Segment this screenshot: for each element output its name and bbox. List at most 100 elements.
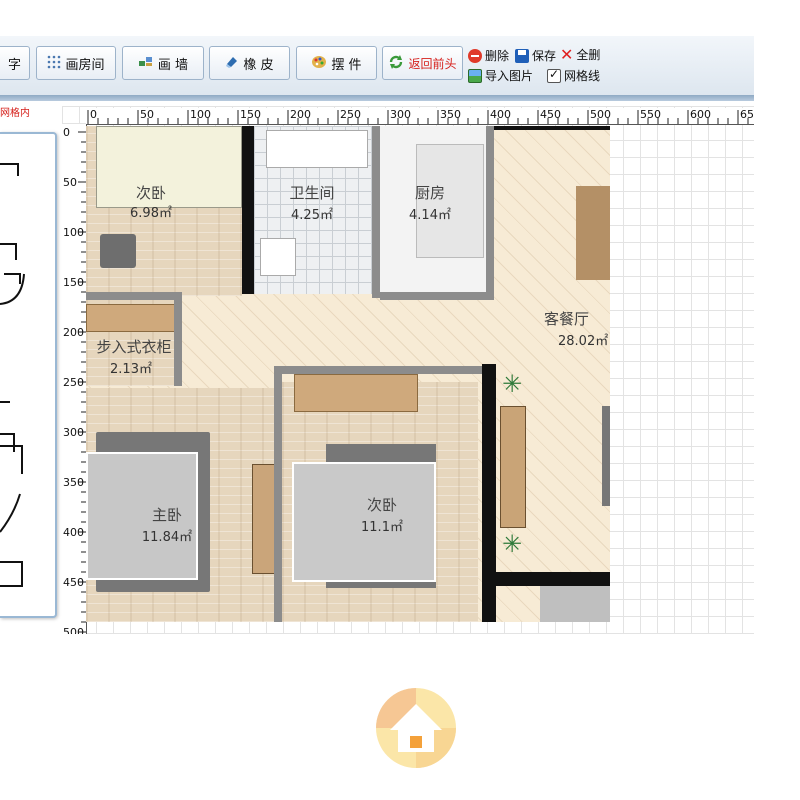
- clear-all-label: 全删: [576, 48, 601, 62]
- room-area-living: 28.02㎡: [558, 334, 609, 349]
- text-button[interactable]: 字: [0, 46, 30, 80]
- ruler-left-label: 500: [63, 626, 84, 634]
- red-x-icon: ✕: [560, 44, 574, 64]
- draw-room-label: 画房间: [65, 57, 105, 73]
- wall-segment: [380, 292, 492, 300]
- wardrobe-closet: [86, 304, 178, 332]
- ruler-top: 0 50 100 150 200 250 300 350 400 450 500 550 600 650: [86, 108, 754, 125]
- ruler-left-label: 450: [63, 576, 84, 589]
- image-icon: [468, 68, 482, 83]
- sofa-edge: [602, 406, 610, 506]
- eraser-label: 橡 皮: [243, 57, 274, 73]
- delete-label: 删除: [485, 49, 510, 63]
- room-label-living: 客餐厅: [544, 310, 590, 328]
- eraser-button[interactable]: 橡 皮: [209, 46, 290, 80]
- wall-segment: [242, 126, 254, 294]
- room-label-bedroom-small: 次卧: [135, 184, 166, 202]
- room-area-bedroom-2: 11.1㎡: [361, 520, 403, 535]
- grid-inside-label: 网格内: [0, 108, 30, 119]
- room-area-kitchen: 4.14㎡: [409, 208, 451, 223]
- tv-cabinet: [500, 406, 526, 528]
- draw-wall-button[interactable]: 画 墙: [122, 46, 204, 80]
- save-action[interactable]: 保存: [515, 47, 556, 64]
- draw-wall-label: 画 墙: [157, 57, 189, 73]
- floppy-icon: [515, 48, 529, 63]
- grid-dots-icon: [47, 55, 61, 72]
- refresh-icon: [388, 54, 404, 73]
- ruler-left-label: 300: [63, 426, 84, 439]
- furniture-label: 摆 件: [331, 57, 362, 73]
- wardrobe-bedroom-2: [294, 374, 418, 412]
- room-label-bathroom: 卫生间: [289, 184, 335, 202]
- room-label-bedroom-2: 次卧: [366, 496, 397, 514]
- ruler-top-label: 600: [690, 108, 711, 121]
- wall-icon: [138, 55, 154, 72]
- ruler-left: 0 50 100 150 200 250 300 350 400 450 500: [62, 124, 87, 634]
- furniture-button[interactable]: 摆 件: [296, 46, 377, 80]
- house-logo: [374, 686, 458, 770]
- wall-segment: [86, 292, 182, 300]
- ruler-top-label: 250: [340, 108, 361, 121]
- grid-lines-label: 网格线: [564, 69, 601, 83]
- checkbox-icon[interactable]: ✓: [547, 67, 561, 83]
- chair: [100, 234, 136, 268]
- toolbar-divider: [0, 95, 754, 101]
- import-image-label: 导入图片: [485, 69, 534, 83]
- ruler-top-label: 50: [140, 108, 154, 121]
- palette-icon: [311, 54, 327, 73]
- wall-segment: [496, 572, 610, 586]
- desk: [252, 464, 276, 574]
- ruler-top-label: 450: [540, 108, 561, 121]
- back-button[interactable]: 返回前头: [382, 46, 463, 80]
- ruler-top-label: 350: [440, 108, 461, 121]
- clear-all-action[interactable]: ✕ 全删: [560, 46, 600, 63]
- room-area-master: 11.84㎡: [141, 530, 193, 545]
- ruler-left-label: 50: [63, 176, 77, 189]
- ruler-left-label: 0: [63, 126, 70, 139]
- ruler-top-label: 200: [290, 108, 311, 121]
- ruler-top-label: 150: [240, 108, 261, 121]
- room-area-bathroom: 4.25㎡: [291, 208, 333, 223]
- ruler-left-label: 200: [63, 326, 84, 339]
- text-button-label: 字: [7, 57, 21, 73]
- ruler-top-label: 300: [390, 108, 411, 121]
- plant-icon: ✳: [502, 370, 523, 398]
- floor-plan-editor: 字 画房间 画 墙 橡 皮 摆 件 返回前头 删除 保存 ✕ 全删 导入图片 ✓…: [0, 0, 800, 800]
- wall-segment: [482, 364, 496, 622]
- room-label-kitchen: 厨房: [414, 184, 445, 202]
- room-label-master: 主卧: [151, 506, 182, 524]
- wall-segment: [372, 126, 380, 298]
- wall-segment: [274, 366, 486, 374]
- ruler-left-label: 350: [63, 476, 84, 489]
- ruler-left-label: 250: [63, 376, 84, 389]
- plant-icon: ✳: [502, 530, 523, 558]
- ruler-left-label: 100: [63, 226, 84, 239]
- ruler-top-label: 100: [190, 108, 211, 121]
- eraser-icon: [225, 55, 239, 72]
- save-label: 保存: [532, 49, 557, 63]
- bathtub: [266, 130, 368, 168]
- floor-plan-image[interactable]: ✳ ✳ 次卧 6.98㎡ 卫生间 4.25㎡ 厨房 4.14㎡ 客餐厅 28.0…: [86, 126, 610, 622]
- delete-action[interactable]: 删除: [468, 47, 509, 64]
- wall-segment: [494, 126, 610, 130]
- ruler-left-label: 150: [63, 276, 84, 289]
- ruler-top-label: 0: [90, 108, 97, 121]
- ruler-top-label: 550: [640, 108, 661, 121]
- panel-shapes: [0, 163, 25, 587]
- back-label: 返回前头: [408, 56, 457, 71]
- import-image-action[interactable]: 导入图片: [468, 67, 533, 84]
- ruler-top-label: 500: [590, 108, 611, 121]
- delete-icon: [468, 48, 482, 63]
- component-panel[interactable]: [0, 132, 57, 618]
- ruler-top-label: 650: [740, 108, 754, 121]
- room-label-closet: 步入式衣柜: [96, 338, 172, 356]
- wall-segment: [486, 126, 494, 300]
- dining-set: [576, 186, 610, 280]
- room-area-closet: 2.13㎡: [110, 362, 152, 377]
- draw-room-button[interactable]: 画房间: [36, 46, 116, 80]
- wall-segment: [274, 366, 282, 622]
- grid-lines-toggle[interactable]: ✓ 网格线: [547, 67, 600, 84]
- ruler-left-label: 400: [63, 526, 84, 539]
- ruler-top-label: 400: [490, 108, 511, 121]
- sink: [260, 238, 296, 276]
